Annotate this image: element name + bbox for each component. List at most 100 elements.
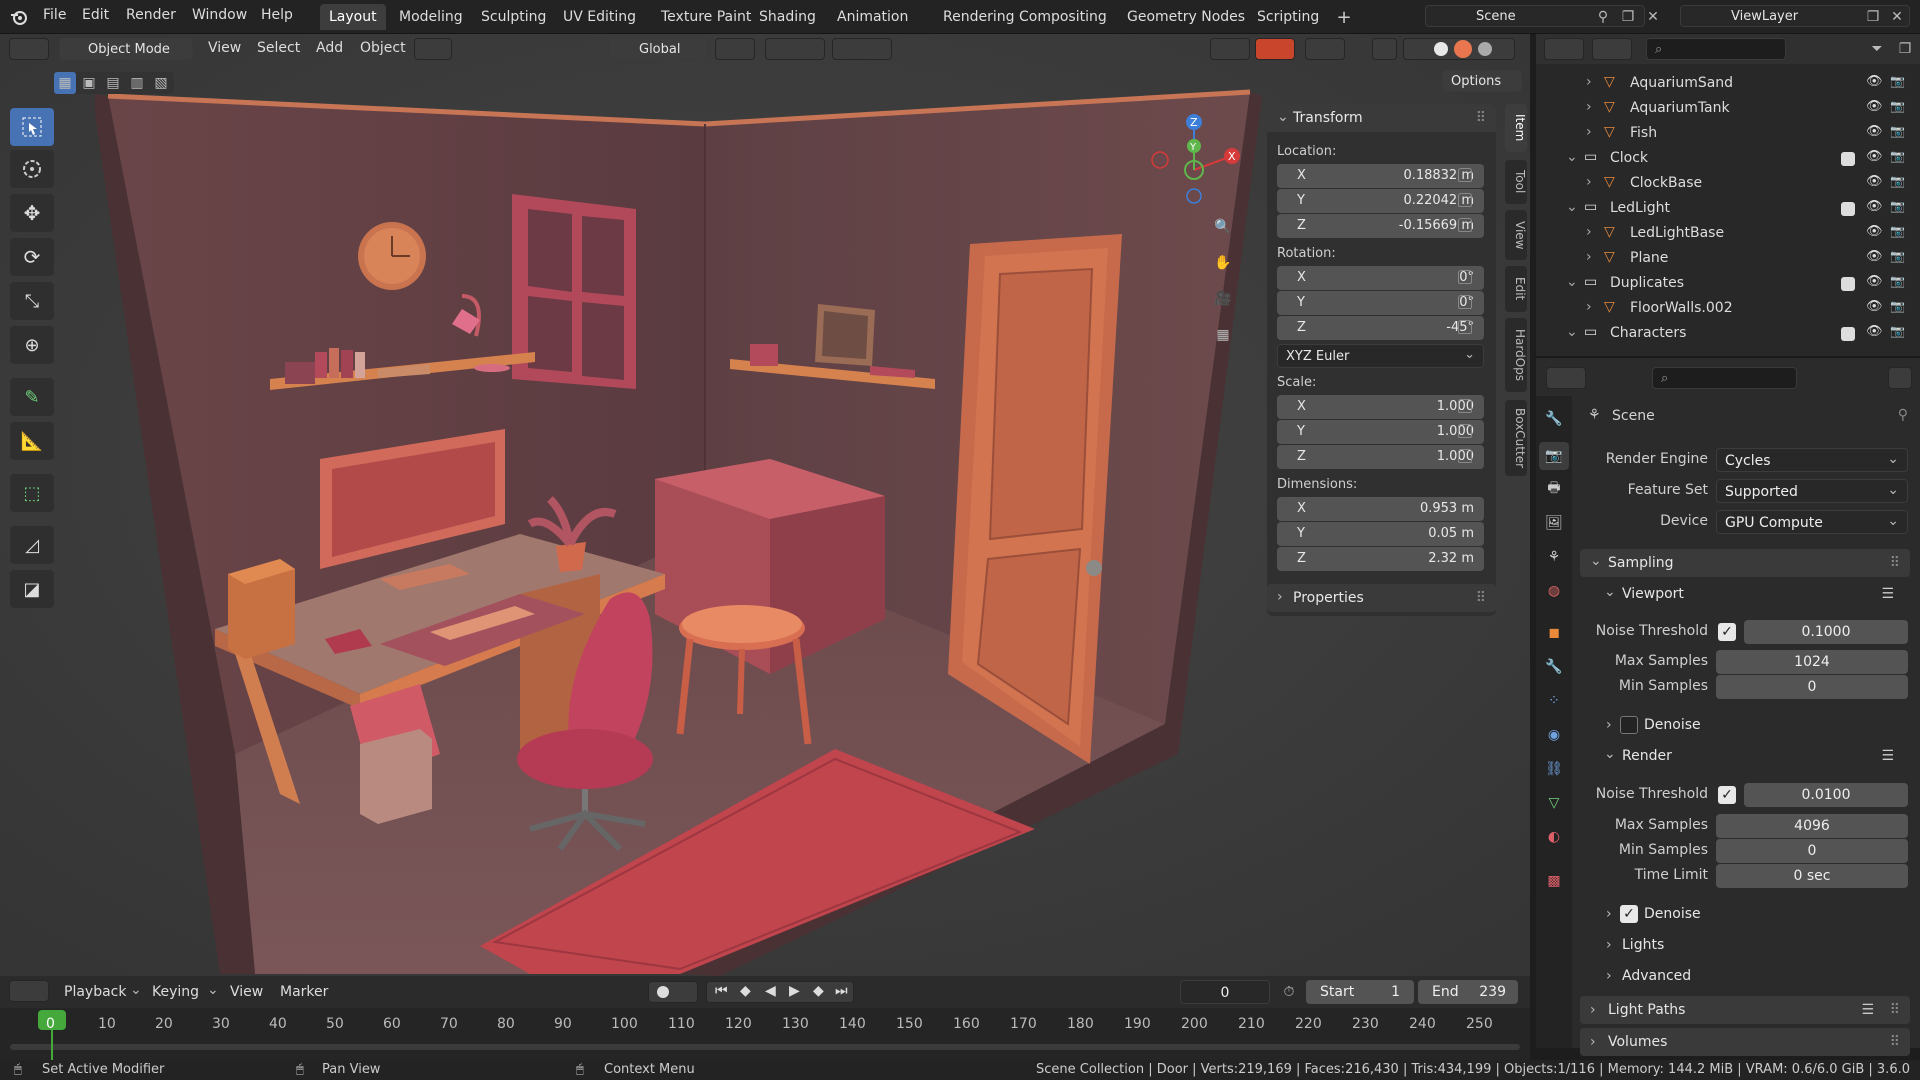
advanced-subpanel[interactable]: › Advanced xyxy=(1600,963,1900,989)
select-invert-icon[interactable]: ▥ xyxy=(126,72,148,94)
drag-handle-icon[interactable]: ⠿ xyxy=(1476,110,1486,126)
annotate-tool[interactable]: ✎ xyxy=(10,378,54,416)
chevron-right-icon[interactable]: › xyxy=(1586,249,1592,265)
chevron-down-icon[interactable]: ⌄ xyxy=(1566,274,1578,290)
view-menu[interactable]: View xyxy=(208,40,241,56)
device-dropdown[interactable]: GPU Compute ⌄ xyxy=(1716,510,1908,534)
scale-y-field[interactable]: Y 1.000 xyxy=(1277,420,1484,444)
jump-end-icon[interactable]: ⏭ xyxy=(835,983,848,999)
vp-noise-field[interactable]: 0.1000 xyxy=(1744,620,1908,644)
scale-x-field[interactable]: X 1.000 xyxy=(1277,395,1484,419)
eye-icon[interactable]: 👁 xyxy=(1866,74,1883,89)
stopwatch-icon[interactable]: ⏱ xyxy=(1278,981,1300,1003)
r-noise-field[interactable]: 0.0100 xyxy=(1744,783,1908,807)
view-layer-tab-icon[interactable]: 🖼 xyxy=(1543,512,1565,534)
menu-window[interactable]: Window xyxy=(192,7,247,23)
tab-sculpting[interactable]: Sculpting xyxy=(472,4,555,30)
delete-scene-icon[interactable]: ✕ xyxy=(1642,6,1664,28)
eye-icon[interactable]: 👁 xyxy=(1866,99,1883,114)
timeline-editor-type[interactable] xyxy=(9,980,49,1002)
rotation-z-field[interactable]: Z -45° xyxy=(1277,316,1484,340)
drag-handle-icon[interactable]: ⠿ xyxy=(1890,549,1900,577)
eye-icon[interactable]: 👁 xyxy=(1866,299,1883,314)
sidebar-tab-hardops[interactable]: HardOps xyxy=(1505,318,1527,392)
filter-icon[interactable]: ⏷ xyxy=(1866,38,1888,60)
new-scene-icon[interactable]: ❐ xyxy=(1617,6,1639,28)
gizmo-toggle[interactable] xyxy=(1255,38,1295,60)
cursor-tool[interactable] xyxy=(10,150,54,188)
pin-icon[interactable]: ⚲ xyxy=(1898,407,1908,423)
outliner-row[interactable]: ⌄ ▭ Duplicates 👁 📷 xyxy=(1536,272,1920,297)
chevron-down-icon[interactable]: ⌄ xyxy=(1566,324,1578,340)
chevron-right-icon[interactable]: › xyxy=(1586,224,1592,240)
vp-max-field[interactable]: 1024 xyxy=(1716,650,1908,674)
editor-type-button[interactable] xyxy=(9,38,49,60)
keyframe-record-button[interactable] xyxy=(648,981,698,1003)
select-box-mode-icon[interactable]: ▦ xyxy=(54,72,76,94)
data-tab-icon[interactable]: ▽ xyxy=(1543,792,1565,814)
object-menu[interactable]: Object xyxy=(360,40,406,56)
snap-button[interactable] xyxy=(765,38,825,60)
rotation-mode-dropdown[interactable]: XYZ Euler ⌄ xyxy=(1277,344,1484,368)
outliner-row[interactable]: › ▽ FloorWalls.002 👁 📷 xyxy=(1536,297,1920,322)
render-camera-icon[interactable]: 📷 xyxy=(1890,74,1905,88)
tab-modeling[interactable]: Modeling xyxy=(390,4,472,30)
lock-icon[interactable] xyxy=(1458,270,1472,284)
scene-tab-icon[interactable]: ⚘ xyxy=(1543,546,1565,568)
lock-icon[interactable] xyxy=(1458,320,1472,334)
eye-icon[interactable]: 👁 xyxy=(1866,149,1883,164)
modifier-tab-icon[interactable]: 🔧 xyxy=(1543,656,1565,678)
properties-editor-type[interactable] xyxy=(1546,367,1586,389)
chevron-right-icon[interactable]: › xyxy=(1586,99,1592,115)
playback-menu[interactable]: Playback xyxy=(64,984,126,1000)
menu-file[interactable]: File xyxy=(43,7,66,23)
physics-tab-icon[interactable]: ◉ xyxy=(1543,724,1565,746)
feature-set-dropdown[interactable]: Supported ⌄ xyxy=(1716,479,1908,503)
new-collection-icon[interactable]: ❐ xyxy=(1894,38,1916,60)
presets-list-icon[interactable]: ☰ xyxy=(1861,996,1874,1024)
lights-subpanel[interactable]: › Lights xyxy=(1600,932,1900,958)
pan-hand-icon[interactable]: ✋ xyxy=(1212,252,1234,274)
rotate-tool[interactable]: ⟳ xyxy=(10,238,54,276)
volumes-panel-header[interactable]: › Volumes ⠿ xyxy=(1580,1028,1910,1056)
outliner-row[interactable]: › ▽ ClockBase 👁 📷 xyxy=(1536,172,1920,197)
sampling-panel-header[interactable]: ⌄ Sampling ⠿ xyxy=(1580,549,1910,577)
lock-icon[interactable] xyxy=(1458,399,1472,413)
exclude-checkbox[interactable] xyxy=(1841,202,1855,216)
overlays-toggle[interactable] xyxy=(1305,38,1345,60)
proportional-editing-button[interactable] xyxy=(832,38,892,60)
new-view-layer-icon[interactable]: ❐ xyxy=(1862,6,1884,28)
scale-z-field[interactable]: Z 1.000 xyxy=(1277,445,1484,469)
outliner-search-input[interactable]: ⌕ xyxy=(1646,38,1786,60)
menu-render[interactable]: Render xyxy=(126,7,176,23)
measure-tool[interactable]: 📐 xyxy=(10,422,54,460)
menu-help[interactable]: Help xyxy=(261,7,293,23)
sidebar-tab-boxcutter[interactable]: BoxCutter xyxy=(1505,400,1527,476)
select-tool[interactable] xyxy=(10,108,54,146)
eye-icon[interactable]: 👁 xyxy=(1866,174,1883,189)
presets-list-icon[interactable]: ☰ xyxy=(1881,743,1894,769)
end-frame-field[interactable]: End 239 xyxy=(1418,980,1518,1004)
tab-animation[interactable]: Animation xyxy=(828,4,917,30)
outliner-row[interactable]: › ▽ AquariumTank 👁 📷 xyxy=(1536,97,1920,122)
mode-dropdown[interactable]: Object Mode xyxy=(59,38,193,60)
material-shading-icon[interactable] xyxy=(1454,40,1472,58)
eye-icon[interactable]: 👁 xyxy=(1866,324,1883,339)
chevron-right-icon[interactable]: › xyxy=(1586,299,1592,315)
drag-handle-icon[interactable]: ⠿ xyxy=(1476,590,1486,606)
marker-menu[interactable]: Marker xyxy=(280,984,328,1000)
render-engine-dropdown[interactable]: Cycles ⌄ xyxy=(1716,448,1908,472)
outliner-editor-type[interactable] xyxy=(1544,38,1584,60)
viewport-subpanel-header[interactable]: ⌄ Viewport ☰ xyxy=(1600,581,1910,607)
presets-list-icon[interactable]: ☰ xyxy=(1881,581,1894,607)
dimensions-x-field[interactable]: X 0.953 m xyxy=(1277,497,1484,521)
delete-view-layer-icon[interactable]: ✕ xyxy=(1886,6,1908,28)
timeline-view-menu[interactable]: View xyxy=(230,984,263,1000)
tab-shading[interactable]: Shading xyxy=(750,4,825,30)
eye-icon[interactable]: 👁 xyxy=(1866,199,1883,214)
current-frame-field[interactable]: 0 xyxy=(1180,980,1270,1004)
pin-icon[interactable]: ⚲ xyxy=(1592,6,1614,28)
select-extend-icon[interactable]: ▣ xyxy=(78,72,100,94)
tab-uv-editing[interactable]: UV Editing xyxy=(554,4,645,30)
outliner-row[interactable]: ⌄ ▭ Characters 👁 📷 xyxy=(1536,322,1920,347)
